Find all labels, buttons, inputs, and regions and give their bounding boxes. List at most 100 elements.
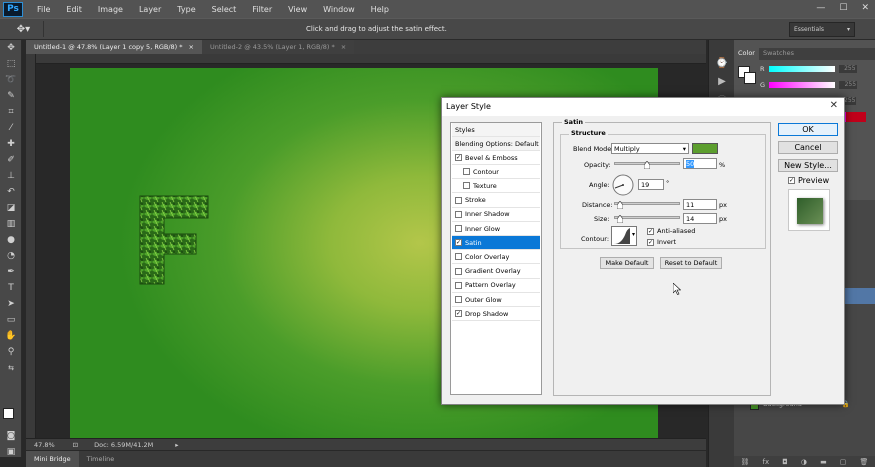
add-mask-icon[interactable]: ◘: [782, 458, 788, 466]
horizontal-ruler[interactable]: [26, 54, 706, 64]
healing-brush-tool-icon[interactable]: ✚: [0, 136, 22, 152]
background-color-preview[interactable]: [744, 72, 756, 84]
reset-to-default-button[interactable]: Reset to Default: [660, 257, 722, 269]
slider-track[interactable]: [769, 82, 836, 88]
close-icon[interactable]: ✕: [830, 100, 838, 111]
distance-input[interactable]: 11: [683, 199, 717, 210]
style-item-checkbox[interactable]: [455, 281, 462, 289]
style-item-checkbox[interactable]: ✓: [455, 154, 462, 161]
color-slider-g[interactable]: G 255: [760, 80, 870, 90]
pen-tool-icon[interactable]: ✒: [0, 264, 22, 280]
screen-mode-icon[interactable]: ▣: [0, 444, 22, 460]
style-item-outer-glow[interactable]: Outer Glow: [452, 293, 540, 307]
new-layer-icon[interactable]: ▢: [840, 458, 847, 466]
style-item-checkbox[interactable]: [455, 196, 462, 204]
style-item-checkbox[interactable]: [455, 210, 462, 218]
tab-untitled-1[interactable]: Untitled-1 @ 47.8% (Layer 1 copy 5, RGB/…: [26, 40, 202, 54]
menu-filter[interactable]: Filter: [244, 5, 280, 14]
channel-value[interactable]: 255: [839, 81, 858, 89]
style-item-checkbox[interactable]: [463, 168, 470, 176]
workspace-select[interactable]: Essentials ▾: [789, 22, 855, 37]
trash-icon[interactable]: 🗑: [860, 458, 869, 466]
path-selection-tool-icon[interactable]: ➤: [0, 296, 22, 312]
tab-swatches[interactable]: Swatches: [759, 48, 798, 60]
style-item-checkbox[interactable]: [455, 267, 462, 275]
style-item-checkbox[interactable]: [455, 296, 462, 303]
angle-input[interactable]: 19: [638, 179, 664, 190]
fx-icon[interactable]: fx: [763, 458, 770, 466]
eraser-tool-icon[interactable]: ◪: [0, 200, 22, 216]
channel-value[interactable]: 255: [838, 65, 857, 73]
new-style-button[interactable]: New Style...: [778, 159, 838, 172]
menu-help[interactable]: Help: [363, 5, 397, 14]
invert-check[interactable]: ✓: [647, 238, 654, 246]
blending-options[interactable]: Blending Options: Default: [452, 137, 540, 151]
menu-layer[interactable]: Layer: [131, 5, 169, 14]
status-menu-arrow-icon[interactable]: ▸: [153, 441, 178, 449]
hand-tool-icon[interactable]: ✋: [0, 328, 22, 344]
style-item-color-overlay[interactable]: Color Overlay: [452, 250, 540, 265]
close-icon[interactable]: ×: [341, 43, 346, 51]
link-layers-icon[interactable]: ⛓: [741, 458, 750, 466]
eyedropper-tool-icon[interactable]: ⁄: [0, 120, 22, 136]
menu-edit[interactable]: Edit: [58, 5, 90, 14]
gradient-tool-icon[interactable]: ▥: [0, 216, 22, 232]
style-item-checkbox[interactable]: ✓: [455, 310, 462, 318]
color-slider-r[interactable]: R 255: [760, 64, 870, 74]
lasso-tool-icon[interactable]: ➰: [0, 72, 22, 88]
shape-tool-icon[interactable]: ▭: [0, 312, 22, 328]
menu-type[interactable]: Type: [169, 5, 203, 14]
actions-icon[interactable]: ▶: [709, 72, 735, 90]
style-item-inner-shadow[interactable]: Inner Shadow: [452, 208, 540, 222]
new-group-icon[interactable]: ▬: [820, 458, 827, 466]
distance-slider[interactable]: [614, 202, 680, 205]
angle-dial[interactable]: [612, 174, 634, 196]
zoom-tool-icon[interactable]: ⚲: [0, 344, 22, 360]
dialog-title-bar[interactable]: Layer Style ✕: [442, 98, 844, 116]
style-item-inner-glow[interactable]: Inner Glow: [452, 222, 540, 236]
style-item-stroke[interactable]: Stroke: [452, 194, 540, 208]
style-item-satin[interactable]: ✓ Satin: [452, 236, 540, 251]
history-icon[interactable]: ⌚: [709, 54, 735, 72]
style-item-checkbox[interactable]: [455, 253, 462, 261]
quick-mask-icon[interactable]: ◙: [0, 428, 22, 444]
tab-untitled-2[interactable]: Untitled-2 @ 43.5% (Layer 1, RGB/8) * ×: [201, 40, 355, 54]
style-item-pattern-overlay[interactable]: Pattern Overlay: [452, 279, 540, 293]
minimize-button[interactable]: —: [816, 3, 825, 13]
menu-file[interactable]: File: [29, 5, 58, 14]
anti-aliased-checkbox[interactable]: ✓ Anti-aliased: [647, 227, 695, 235]
anti-aliased-check[interactable]: ✓: [647, 227, 654, 235]
style-item-drop-shadow[interactable]: ✓ Drop Shadow: [452, 307, 540, 322]
quick-select-tool-icon[interactable]: ✎: [0, 88, 22, 104]
move-tool-icon[interactable]: ✥: [0, 40, 22, 56]
style-item-gradient-overlay[interactable]: Gradient Overlay: [452, 265, 540, 279]
swap-colors-icon[interactable]: ⇆: [0, 360, 22, 376]
zoom-level[interactable]: 47.8%: [26, 441, 63, 449]
size-slider-thumb[interactable]: [617, 215, 623, 223]
ok-button[interactable]: OK: [778, 123, 838, 136]
brush-tool-icon[interactable]: ✐: [0, 152, 22, 168]
tool-preset-picker[interactable]: ✥▾: [4, 21, 44, 37]
styles-header[interactable]: Styles: [452, 123, 540, 137]
history-brush-tool-icon[interactable]: ↶: [0, 184, 22, 200]
marquee-tool-icon[interactable]: ⬚: [0, 56, 22, 72]
red-swatch[interactable]: [846, 112, 866, 122]
style-item-checkbox[interactable]: ✓: [455, 239, 462, 247]
slider-track[interactable]: [768, 66, 835, 72]
menu-image[interactable]: Image: [90, 5, 131, 14]
size-slider[interactable]: [614, 216, 680, 219]
menu-view[interactable]: View: [280, 5, 315, 14]
tab-color[interactable]: Color: [734, 48, 759, 60]
style-item-contour[interactable]: Contour: [452, 165, 540, 180]
opacity-input[interactable]: 50: [683, 158, 717, 169]
maximize-button[interactable]: ☐: [839, 3, 847, 13]
style-item-bevel-emboss[interactable]: ✓ Bevel & Emboss: [452, 151, 540, 165]
style-item-checkbox[interactable]: [463, 182, 470, 190]
tab-timeline[interactable]: Timeline: [79, 451, 123, 467]
opacity-slider-thumb[interactable]: [644, 161, 650, 169]
dodge-tool-icon[interactable]: ◔: [0, 248, 22, 264]
clone-stamp-tool-icon[interactable]: ⊥: [0, 168, 22, 184]
contour-picker[interactable]: ▾: [611, 226, 637, 246]
preview-checkbox[interactable]: ✓ Preview: [788, 176, 829, 185]
menu-select[interactable]: Select: [204, 5, 245, 14]
